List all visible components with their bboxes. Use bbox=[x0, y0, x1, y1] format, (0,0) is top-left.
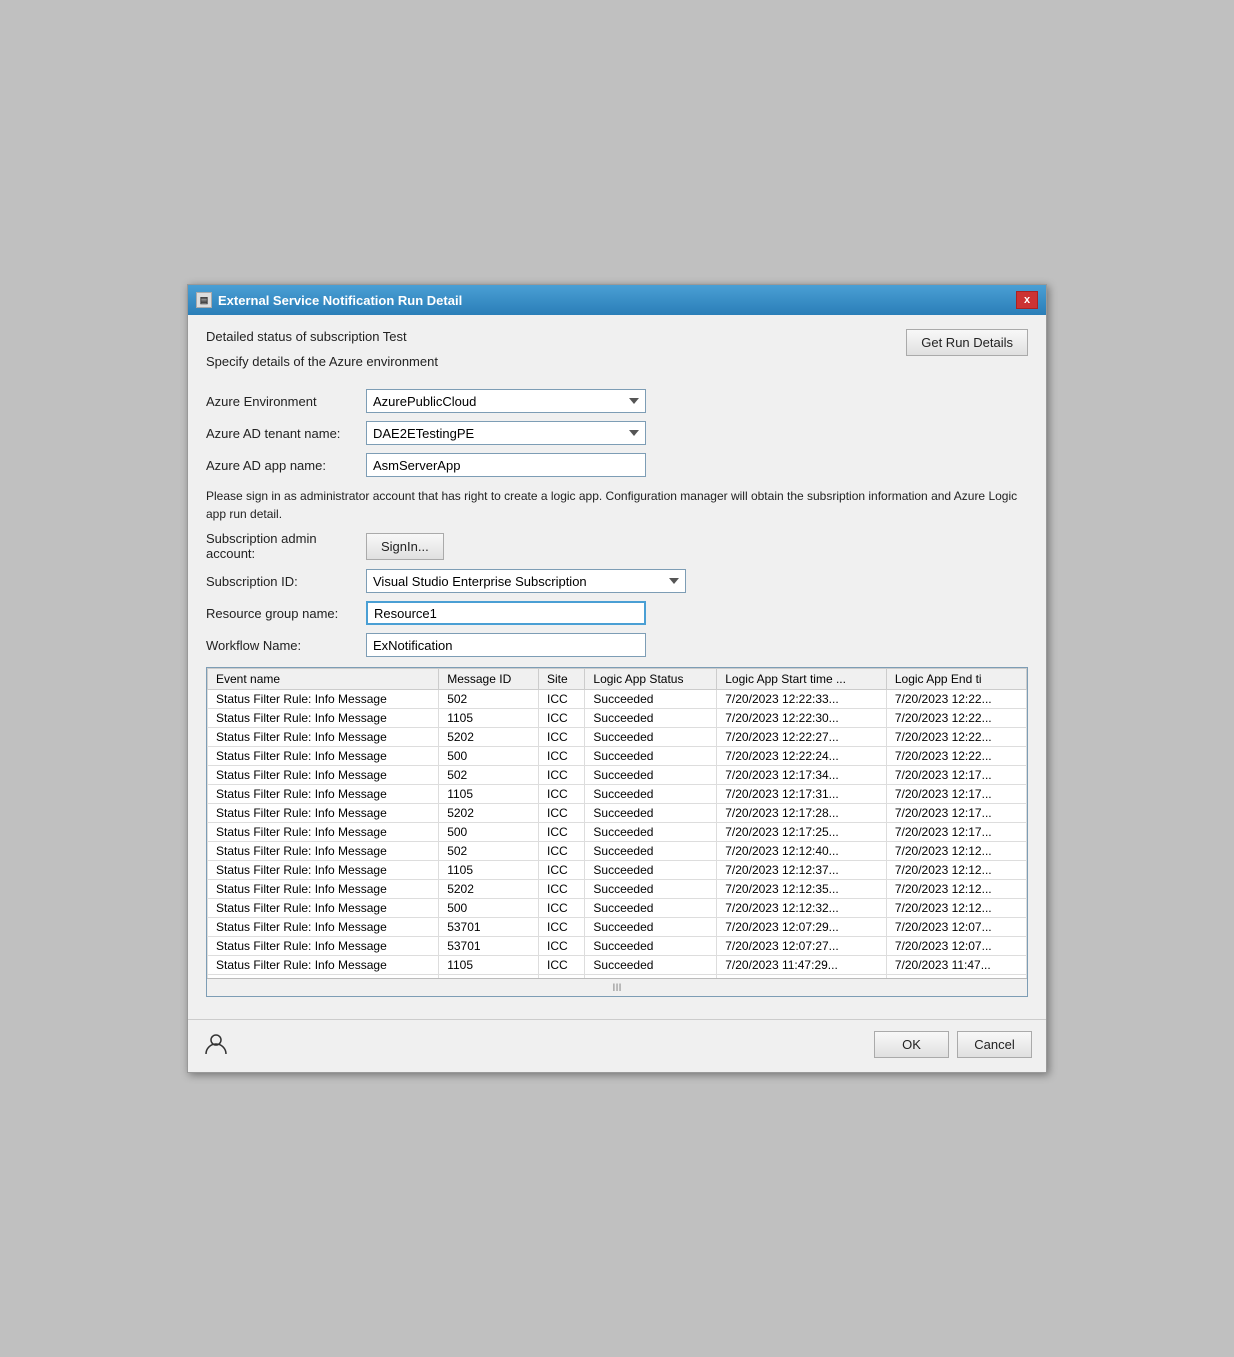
main-window: ▤ External Service Notification Run Deta… bbox=[187, 284, 1047, 1073]
table-row[interactable]: Status Filter Rule: Info Message53701ICC… bbox=[208, 918, 1027, 937]
resource-group-control bbox=[366, 601, 646, 625]
window-title: External Service Notification Run Detail bbox=[218, 293, 462, 308]
table-row[interactable]: Status Filter Rule: Info Message5202ICCS… bbox=[208, 880, 1027, 899]
title-bar: ▤ External Service Notification Run Deta… bbox=[188, 285, 1046, 315]
azure-app-row: Azure AD app name: bbox=[206, 453, 1028, 477]
table-row[interactable]: Status Filter Rule: Info Message1105ICCS… bbox=[208, 785, 1027, 804]
table-row[interactable]: Status Filter Rule: Info Message500ICCSu… bbox=[208, 899, 1027, 918]
resource-group-input[interactable] bbox=[366, 601, 646, 625]
azure-tenant-row: Azure AD tenant name: DAE2ETestingPE bbox=[206, 421, 1028, 445]
col-message-id: Message ID bbox=[439, 669, 539, 690]
header-row: Detailed status of subscription Test Spe… bbox=[206, 329, 1028, 379]
workflow-name-label: Workflow Name: bbox=[206, 638, 366, 653]
table-row[interactable]: Status Filter Rule: Info Message1105ICCS… bbox=[208, 956, 1027, 975]
workflow-name-control bbox=[366, 633, 646, 657]
col-end-time: Logic App End ti bbox=[886, 669, 1026, 690]
ok-cancel-row: OK Cancel bbox=[874, 1031, 1032, 1058]
resource-group-label: Resource group name: bbox=[206, 606, 366, 621]
azure-environment-label: Azure Environment bbox=[206, 394, 366, 409]
close-button[interactable]: x bbox=[1016, 291, 1038, 309]
azure-app-label: Azure AD app name: bbox=[206, 458, 366, 473]
table-row[interactable]: Status Filter Rule: Info Message1105ICCS… bbox=[208, 861, 1027, 880]
col-logic-app-status: Logic App Status bbox=[585, 669, 717, 690]
table-body: Status Filter Rule: Info Message502ICCSu… bbox=[208, 690, 1027, 979]
scroll-indicator: III bbox=[612, 982, 621, 994]
azure-app-input[interactable] bbox=[366, 453, 646, 477]
table-header: Event name Message ID Site Logic App Sta… bbox=[208, 669, 1027, 690]
cancel-button[interactable]: Cancel bbox=[957, 1031, 1032, 1058]
azure-tenant-label: Azure AD tenant name: bbox=[206, 426, 366, 441]
sign-in-button[interactable]: SignIn... bbox=[366, 533, 444, 560]
col-start-time: Logic App Start time ... bbox=[717, 669, 887, 690]
get-run-details-button[interactable]: Get Run Details bbox=[906, 329, 1028, 356]
subscription-id-control: Visual Studio Enterprise Subscription bbox=[366, 569, 686, 593]
header-left: Detailed status of subscription Test Spe… bbox=[206, 329, 906, 379]
table-row[interactable]: Status Filter Rule: Info Message502ICCSu… bbox=[208, 766, 1027, 785]
resource-group-row: Resource group name: bbox=[206, 601, 1028, 625]
table-row[interactable]: Status Filter Rule: Info Message502ICCSu… bbox=[208, 690, 1027, 709]
window-icon: ▤ bbox=[196, 292, 212, 308]
table-row[interactable]: Status Filter Rule: Info Message53701ICC… bbox=[208, 937, 1027, 956]
table-row[interactable]: Status Filter Rule: Info Message5202ICCS… bbox=[208, 804, 1027, 823]
azure-section-label: Specify details of the Azure environment bbox=[206, 354, 906, 369]
col-event-name: Event name bbox=[208, 669, 439, 690]
table-row[interactable]: Status Filter Rule: Info Message502ICCSu… bbox=[208, 842, 1027, 861]
table-scroll-area[interactable]: Event name Message ID Site Logic App Sta… bbox=[207, 668, 1027, 978]
workflow-name-input[interactable] bbox=[366, 633, 646, 657]
azure-app-control bbox=[366, 453, 646, 477]
info-text: Please sign in as administrator account … bbox=[206, 487, 1028, 523]
subscription-id-row: Subscription ID: Visual Studio Enterpris… bbox=[206, 569, 1028, 593]
subscription-admin-row: Subscription admin account: SignIn... bbox=[206, 531, 1028, 561]
results-table: Event name Message ID Site Logic App Sta… bbox=[207, 668, 1027, 978]
azure-environment-row: Azure Environment AzurePublicCloudAzureC… bbox=[206, 389, 1028, 413]
horizontal-scrollbar[interactable]: III bbox=[207, 978, 1027, 996]
dialog-content: Detailed status of subscription Test Spe… bbox=[188, 315, 1046, 1011]
azure-tenant-control: DAE2ETestingPE bbox=[366, 421, 646, 445]
workflow-name-row: Workflow Name: bbox=[206, 633, 1028, 657]
subscription-id-select[interactable]: Visual Studio Enterprise Subscription bbox=[366, 569, 686, 593]
azure-environment-control: AzurePublicCloudAzureChinaAzureGermanyAz… bbox=[366, 389, 646, 413]
table-row[interactable]: Status Filter Rule: Info Message1105ICCS… bbox=[208, 709, 1027, 728]
subscription-admin-label: Subscription admin account: bbox=[206, 531, 366, 561]
col-site: Site bbox=[538, 669, 584, 690]
title-bar-left: ▤ External Service Notification Run Deta… bbox=[196, 292, 462, 308]
results-table-container: Event name Message ID Site Logic App Sta… bbox=[206, 667, 1028, 997]
azure-environment-select[interactable]: AzurePublicCloudAzureChinaAzureGermanyAz… bbox=[366, 389, 646, 413]
table-row[interactable]: Status Filter Rule: Info Message500ICCSu… bbox=[208, 747, 1027, 766]
azure-tenant-select[interactable]: DAE2ETestingPE bbox=[366, 421, 646, 445]
table-row[interactable]: Status Filter Rule: Info Message500ICCSu… bbox=[208, 823, 1027, 842]
subtitle: Detailed status of subscription Test bbox=[206, 329, 906, 344]
bottom-bar: OK Cancel bbox=[188, 1019, 1046, 1072]
subscription-id-label: Subscription ID: bbox=[206, 574, 366, 589]
table-row[interactable]: Status Filter Rule: Info Message5202ICCS… bbox=[208, 728, 1027, 747]
user-icon bbox=[202, 1030, 230, 1058]
ok-button[interactable]: OK bbox=[874, 1031, 949, 1058]
